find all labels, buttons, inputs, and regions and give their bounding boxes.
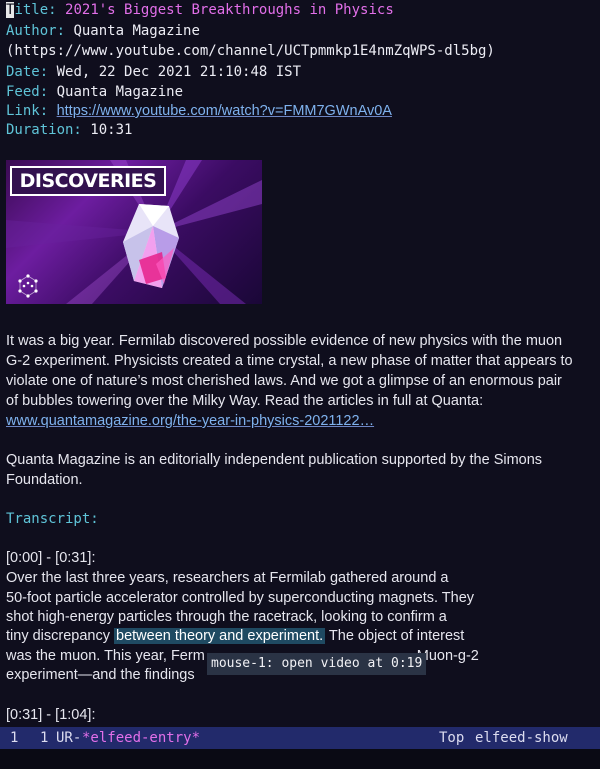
date-key: Date: <box>6 64 49 80</box>
feed-key: Feed: <box>6 84 49 100</box>
author-line: Author: Quanta Magazine <box>6 21 200 42</box>
description: It was a big year. Fermilab discovered p… <box>6 331 594 431</box>
feed-line: Feed: Quanta Magazine <box>6 82 183 103</box>
duration-key: Duration: <box>6 122 82 138</box>
link-key: Link: <box>6 103 49 119</box>
author-value: Quanta Magazine <box>73 23 200 39</box>
description-line: It was a big year. Fermilab discovered p… <box>6 333 563 349</box>
date-line: Date: Wed, 22 Dec 2021 21:10:48 IST <box>6 62 301 83</box>
title-key: itle: <box>14 2 57 18</box>
transcript-text[interactable]: was the muon. This year, Ferm <box>6 648 205 664</box>
description-line: of bubbles towering over the Milky Way. … <box>6 393 484 409</box>
hover-tooltip: mouse-1: open video at 0:19 <box>207 653 427 675</box>
description-line: G-2 experiment. Physicists created a tim… <box>6 353 573 369</box>
major-mode[interactable]: elfeed-show <box>475 727 568 749</box>
buffer-status: UR- <box>56 730 82 746</box>
transcript-line[interactable]: 50-foot particle accelerator controlled … <box>6 588 474 608</box>
link-line: Link: https://www.youtube.com/watch?v=FM… <box>6 101 392 122</box>
hovered-phrase[interactable]: between theory and experiment. <box>114 628 326 644</box>
transcript-line[interactable]: Over the last three years, researchers a… <box>6 568 448 588</box>
transcript-line-highlighted[interactable]: tiny discrepancy between theory and expe… <box>6 626 464 646</box>
transcript-line[interactable]: experiment—and the findings <box>6 665 195 685</box>
duration-line: Duration: 10:31 <box>6 120 132 141</box>
author-url-line: (https://www.youtube.com/channel/UCTpmmk… <box>6 41 495 62</box>
transcript-text[interactable]: The object of interest <box>325 628 464 644</box>
note-line: Quanta Magazine is an editorially indepe… <box>6 452 543 468</box>
segment-timestamp[interactable]: [0:31] - [1:04]: <box>6 705 95 725</box>
article-link[interactable]: www.quantamagazine.org/the-year-in-physi… <box>6 413 374 429</box>
video-thumbnail[interactable]: DISCOVERIES <box>6 160 262 304</box>
entry-title: 2021's Biggest Breakthroughs in Physics <box>65 2 394 18</box>
buffer-name[interactable]: *elfeed-entry* <box>82 727 200 749</box>
duration-value: 10:31 <box>90 122 133 138</box>
mode-line: 1 1 UR- *elfeed-entry* Top elfeed-show <box>0 727 600 749</box>
entry-link[interactable]: https://www.youtube.com/watch?v=FMM7GWnA… <box>57 103 392 119</box>
echo-area <box>0 749 600 769</box>
transcript-text[interactable]: tiny discrepancy <box>6 628 114 644</box>
date-value: Wed, 22 Dec 2021 21:10:48 IST <box>56 64 302 80</box>
atom-logo-icon <box>18 274 38 298</box>
column-number: 1 <box>10 730 19 746</box>
publisher-note: Quanta Magazine is an editorially indepe… <box>6 450 594 490</box>
note-line: Foundation. <box>6 472 83 488</box>
author-key: Author: <box>6 23 66 39</box>
transcript-heading: Transcript: <box>6 511 99 527</box>
description-line: violate one of nature’s most cherished l… <box>6 373 562 389</box>
segment-timestamp[interactable]: [0:00] - [0:31]: <box>6 548 95 568</box>
line-number: 1 <box>40 730 49 746</box>
author-url: (https://www.youtube.com/channel/UCTpmmk… <box>6 43 495 59</box>
title-line: Title: 2021's Biggest Breakthroughs in P… <box>6 0 394 21</box>
transcript-line[interactable]: shot high-energy particles through the r… <box>6 607 447 627</box>
thumbnail-label: DISCOVERIES <box>10 166 166 196</box>
feed-value: Quanta Magazine <box>56 84 184 100</box>
buffer-position: Top <box>439 730 465 746</box>
